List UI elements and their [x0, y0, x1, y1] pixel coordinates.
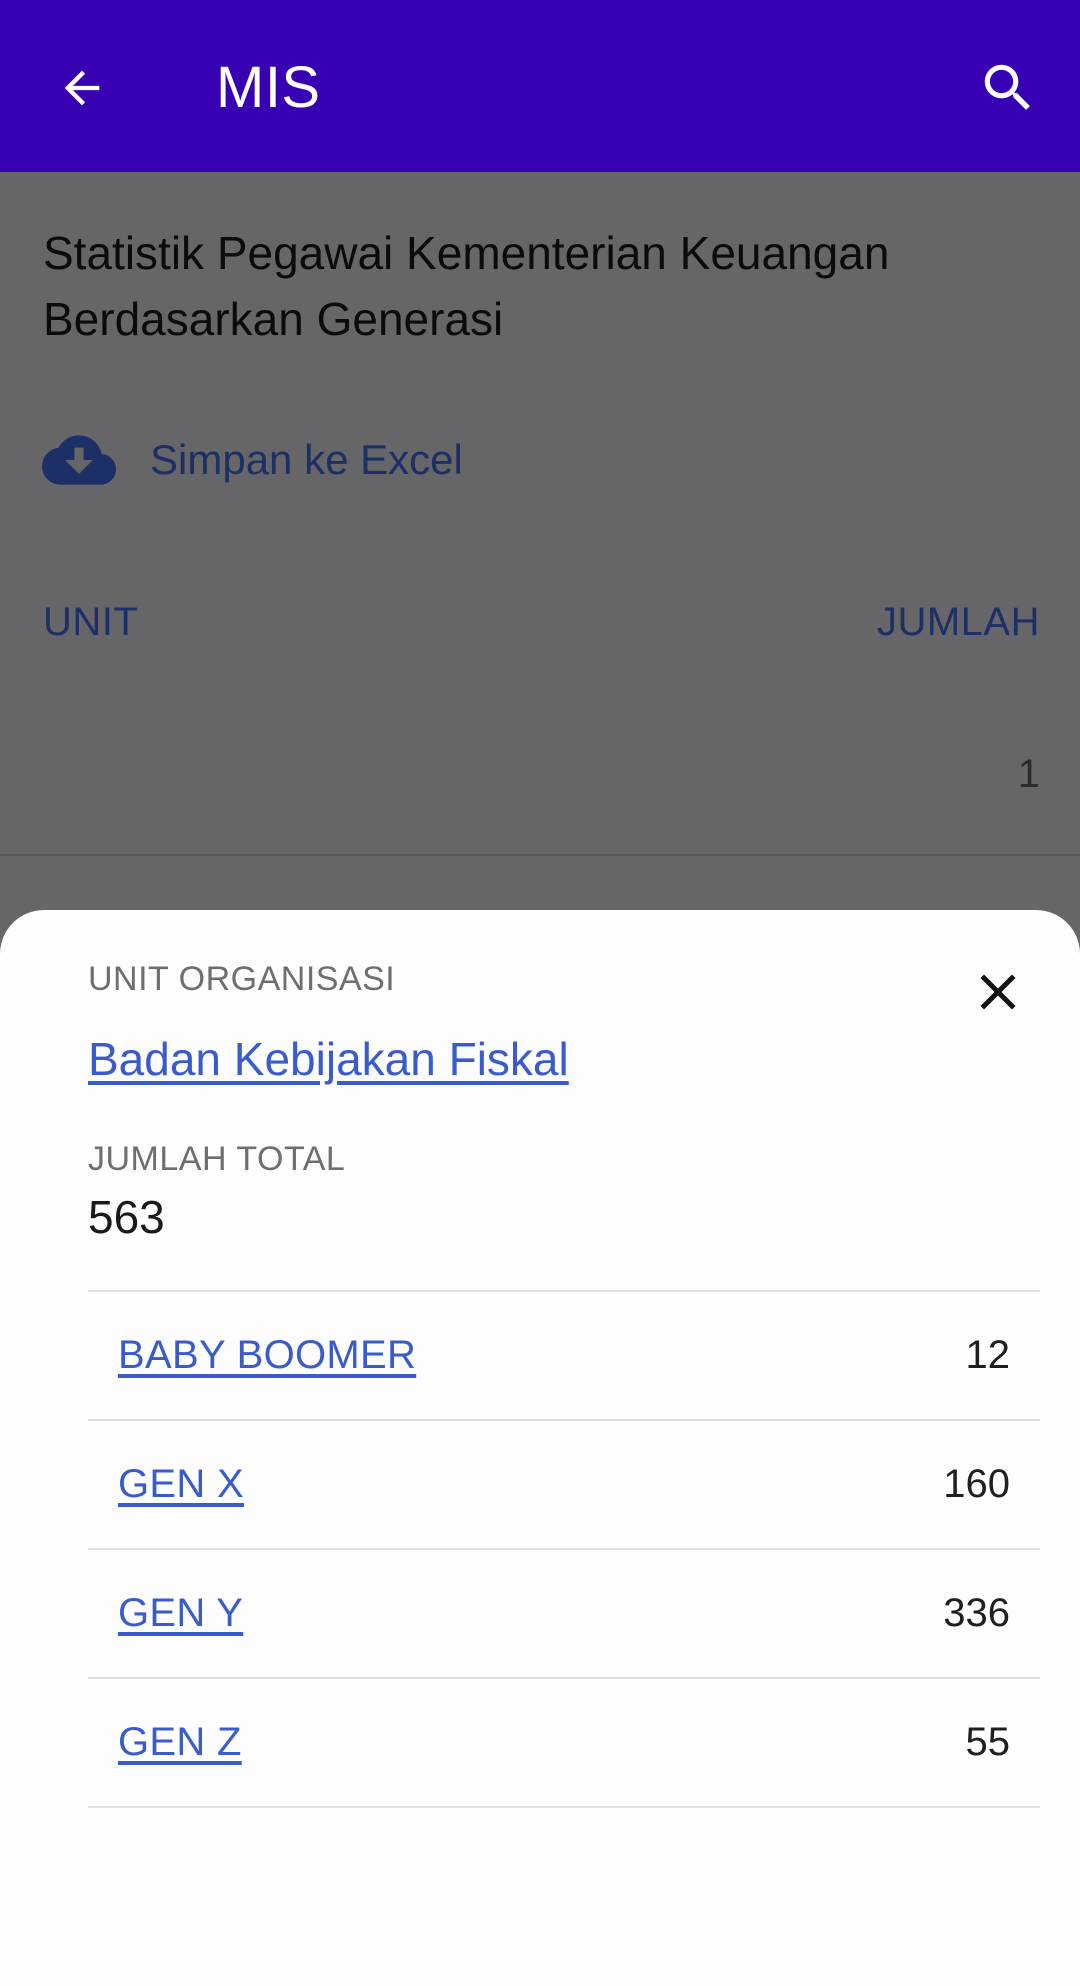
search-button[interactable] [972, 52, 1044, 124]
generation-link-baby-boomer[interactable]: BABY BOOMER [118, 1333, 416, 1378]
generation-count: 160 [943, 1462, 1010, 1506]
export-excel-button[interactable]: Simpan ke Excel [42, 432, 463, 488]
app-title: MIS [216, 55, 321, 120]
unit-organisasi-label: UNIT ORGANISASI [88, 960, 396, 998]
unit-organisasi-link[interactable]: Badan Kebijakan Fiskal [88, 1032, 569, 1086]
generation-count: 55 [965, 1720, 1011, 1764]
column-header-jumlah[interactable]: JUMLAH [877, 600, 1040, 645]
row-divider [0, 854, 1080, 856]
page-title: Statistik Pegawai Kementerian Keuangan B… [43, 227, 890, 345]
cloud-download-icon [42, 435, 116, 485]
arrow-left-icon [64, 70, 100, 106]
generation-count: 336 [943, 1591, 1010, 1635]
back-button[interactable] [50, 56, 114, 120]
generation-link-gen-z[interactable]: GEN Z [118, 1720, 242, 1765]
generation-link-gen-x[interactable]: GEN X [118, 1462, 244, 1507]
list-item-gen-z[interactable]: GEN Z 55 [88, 1679, 1040, 1808]
column-header-unit[interactable]: UNIT [43, 600, 138, 645]
list-item-baby-boomer[interactable]: BABY BOOMER 12 [88, 1292, 1040, 1421]
table-row-value[interactable]: 1 [1018, 752, 1040, 797]
bottom-sheet: UNIT ORGANISASI Badan Kebijakan Fiskal J… [0, 910, 1080, 1986]
generation-link-gen-y[interactable]: GEN Y [118, 1591, 243, 1636]
search-icon [984, 64, 1030, 110]
generation-list: BABY BOOMER 12 GEN X 160 GEN Y 336 GEN Z… [88, 1290, 1040, 1808]
list-item-gen-y[interactable]: GEN Y 336 [88, 1550, 1040, 1679]
export-label: Simpan ke Excel [150, 436, 463, 483]
list-item-gen-x[interactable]: GEN X 160 [88, 1421, 1040, 1550]
close-icon [980, 974, 1016, 1010]
jumlah-total-label: JUMLAH TOTAL [88, 1140, 346, 1178]
jumlah-total-value: 563 [88, 1191, 165, 1243]
generation-count: 12 [965, 1333, 1011, 1377]
close-button[interactable] [968, 962, 1028, 1022]
app-bar: MIS [0, 0, 1080, 172]
